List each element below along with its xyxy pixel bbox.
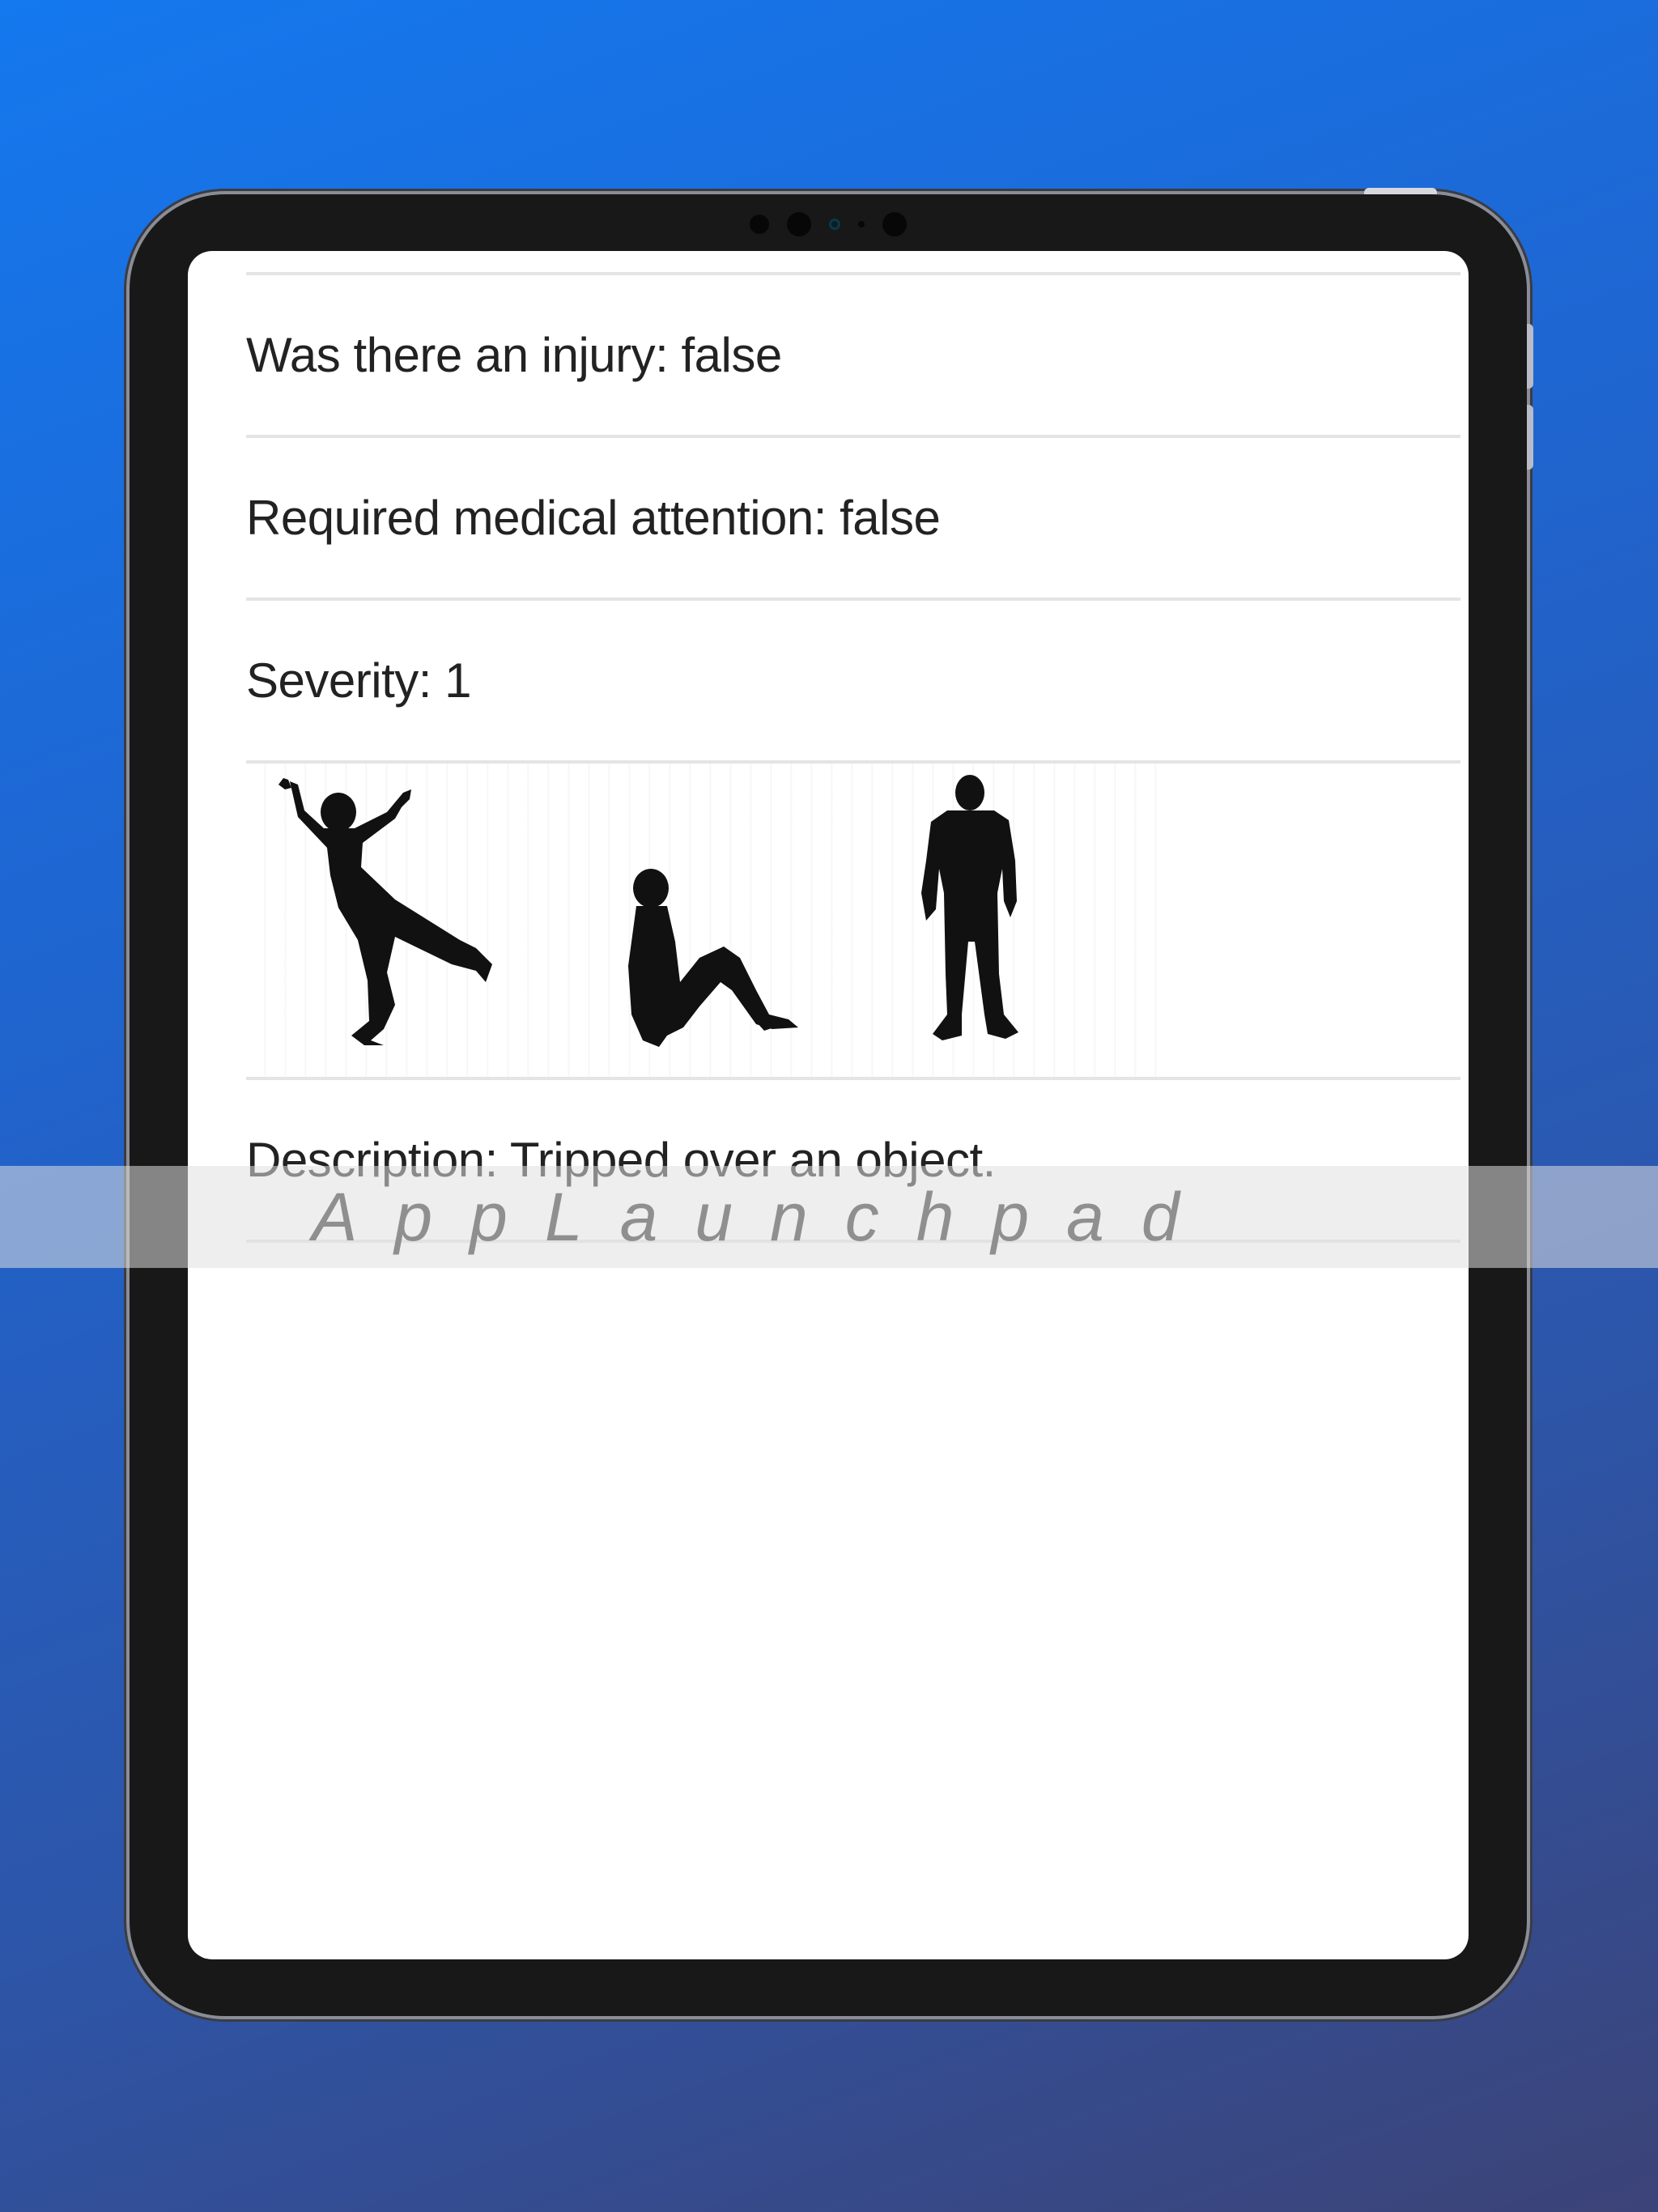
medical-attention-row: Required medical attention: false — [246, 435, 1460, 598]
standing-person-icon — [921, 775, 1018, 1040]
injury-text: Was there an injury: false — [246, 328, 782, 382]
severity-text: Severity: 1 — [246, 653, 471, 708]
camera-icon — [787, 212, 811, 236]
camera-bar — [130, 211, 1527, 238]
sensor-icon — [882, 212, 907, 236]
watermark-text: AppLaunchpad — [312, 1178, 1217, 1255]
lens-icon — [829, 219, 840, 230]
severity-row: Severity: 1 — [246, 598, 1460, 760]
sensor-icon — [750, 215, 769, 234]
incident-illustration-row — [246, 760, 1460, 1077]
volume-up-button — [1527, 324, 1533, 389]
dot-icon — [858, 221, 865, 228]
medical-attention-text: Required medical attention: false — [246, 491, 941, 545]
sitting-person-icon — [628, 869, 798, 1047]
top-button — [1364, 188, 1437, 194]
watermark-banner: AppLaunchpad — [0, 1166, 1658, 1268]
volume-down-button — [1527, 405, 1533, 470]
app-screen: Was there an injury: false Required medi… — [188, 251, 1469, 1959]
incident-details: Was there an injury: false Required medi… — [246, 272, 1460, 1243]
incident-illustration — [246, 764, 1169, 1077]
tablet-frame: Was there an injury: false Required medi… — [130, 188, 1533, 2016]
injury-row: Was there an injury: false — [246, 272, 1460, 435]
falling-person-icon — [278, 778, 492, 1045]
